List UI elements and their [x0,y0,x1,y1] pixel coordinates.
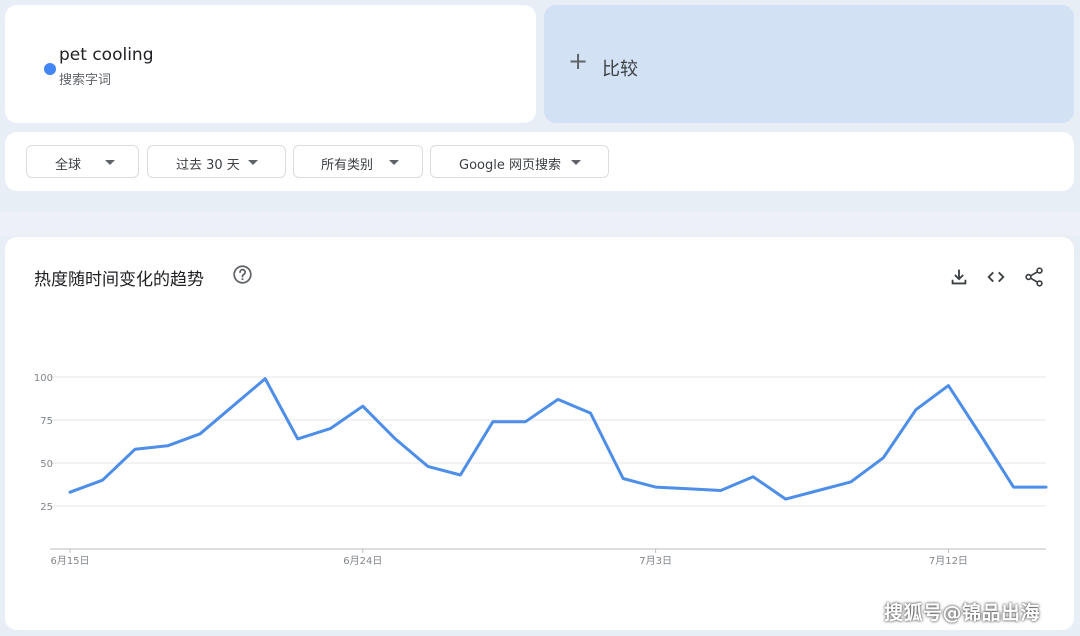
search-term-name[interactable]: pet cooling [59,45,153,65]
watermark: 搜狐号@锦品出海 [884,602,1041,624]
series-line [68,377,1048,501]
y-tick-label: 75 [40,416,53,427]
search-type-filter-dropdown[interactable]: Google 网页搜索 [430,145,609,178]
x-tick-label: 7月3日 [639,555,672,567]
chevron-down-icon [389,160,399,165]
search-type-filter-label: Google 网页搜索 [459,158,561,173]
y-tick-label: 100 [34,373,53,384]
time-range-filter-dropdown[interactable]: 过去 30 天 [147,145,286,178]
section-divider [0,212,1080,236]
chevron-down-icon [571,160,581,165]
x-tick-label: 6月24日 [343,555,382,567]
x-tick-label: 6月15日 [50,555,89,567]
series-color-dot [44,63,56,75]
interest-over-time-card: 热度随时间变化的趋势 25 50 75 100 6月15日 6月24日 7月3日 7月12日 [5,237,1074,630]
trend-line-chart: 25 50 75 100 6月15日 6月24日 7月3日 7月12日 [34,373,1048,567]
compare-button[interactable]: + 比较 [544,5,1074,123]
y-tick-label: 25 [40,502,53,513]
category-filter-label: 所有类别 [321,158,374,173]
search-term-card[interactable]: pet cooling 搜索字词 [5,5,536,123]
chevron-down-icon [105,160,115,165]
compare-label: 比较 [602,59,638,80]
plus-icon: + [568,47,589,75]
category-filter-dropdown[interactable]: 所有类别 [293,145,423,178]
region-filter-dropdown[interactable]: 全球 [26,145,139,178]
search-term-type: 搜索字词 [59,73,112,88]
filter-bar: 全球 过去 30 天 所有类别 Google 网页搜索 [5,132,1074,191]
time-range-filter-label: 过去 30 天 [176,158,240,173]
x-tick-label: 7月12日 [929,555,968,567]
y-tick-label: 50 [40,459,53,470]
chevron-down-icon [248,160,258,165]
region-filter-label: 全球 [55,158,82,173]
